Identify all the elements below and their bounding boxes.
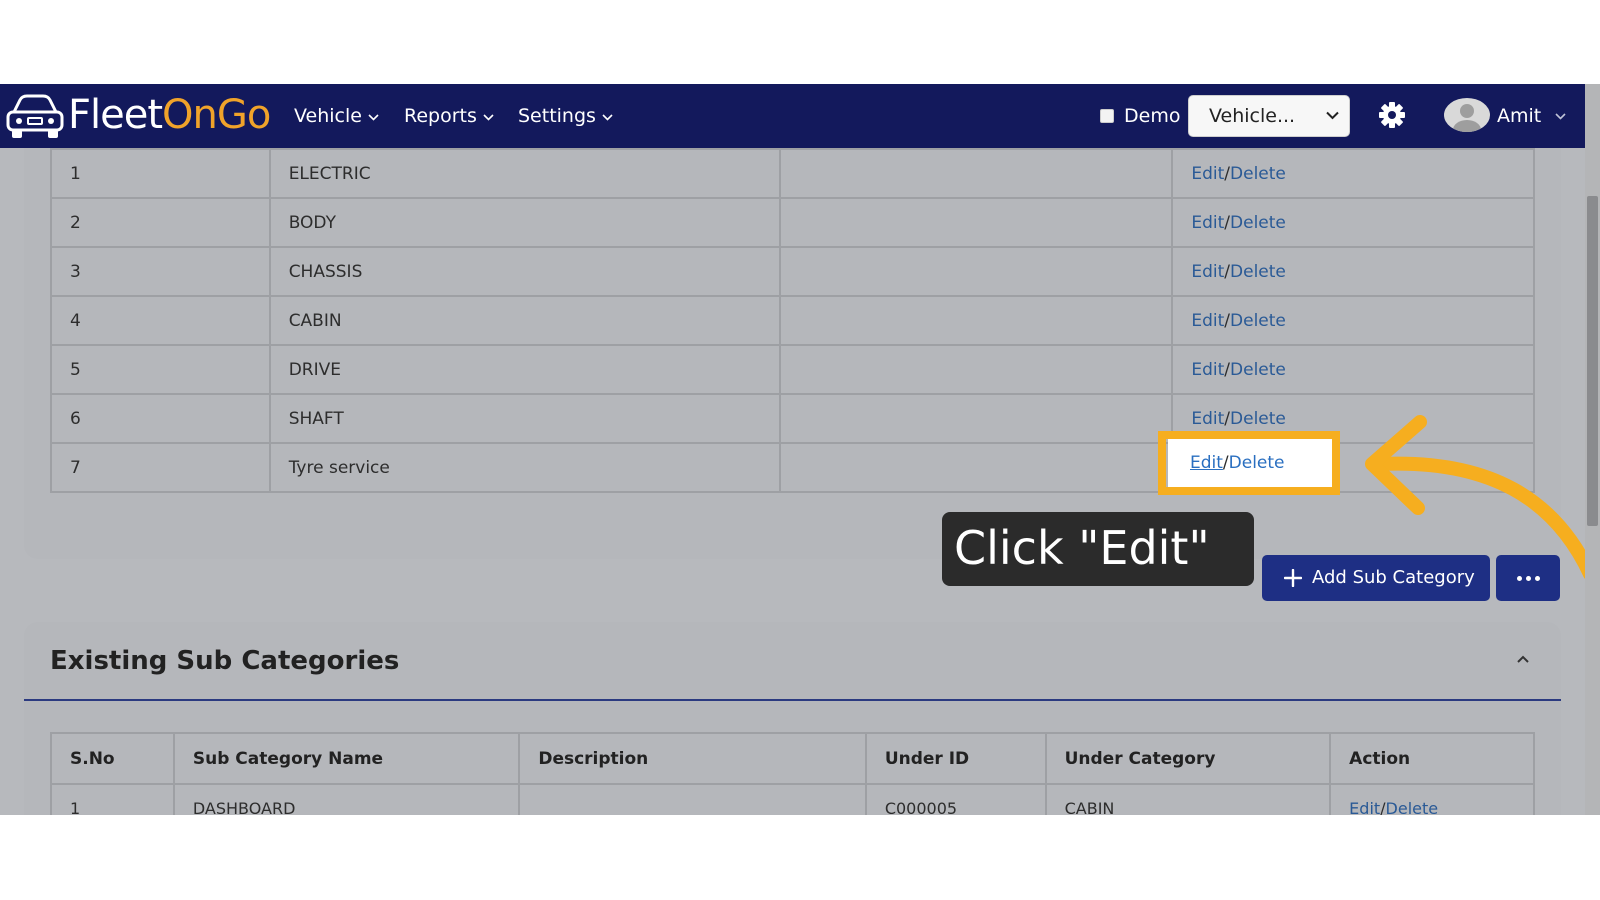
delete-link[interactable]: Delete — [1386, 799, 1439, 815]
delete-link[interactable]: Delete — [1230, 311, 1286, 331]
cell-description — [518, 783, 867, 815]
cell-sno: 2 — [50, 197, 271, 248]
chevron-down-icon — [368, 113, 379, 121]
nav-menu-label: Vehicle — [294, 105, 362, 127]
edit-link[interactable]: Edit — [1191, 262, 1224, 282]
demo-checkbox[interactable] — [1100, 109, 1114, 123]
edit-link[interactable]: Edit — [1191, 409, 1224, 429]
nav-menu-reports[interactable]: Reports — [404, 102, 494, 130]
cell-sno: 5 — [50, 344, 271, 395]
column-header: Sub Category Name — [172, 732, 521, 785]
column-header: Under Category — [1044, 732, 1332, 785]
top-navbar: FleetOnGo Vehicle Reports Settings Demo … — [0, 84, 1585, 148]
edit-link[interactable]: Edit — [1191, 164, 1224, 184]
delete-link[interactable]: Delete — [1230, 164, 1286, 184]
demo-label: Demo — [1124, 105, 1181, 127]
sub-categories-table: S.No Sub Category Name Description Under… — [50, 732, 1535, 815]
cell-description — [778, 442, 1174, 493]
cell-action: Edit/Delete — [1171, 344, 1535, 395]
cell-sno: 6 — [50, 393, 271, 444]
vehicle-select-value: Vehicle... — [1209, 105, 1296, 127]
logo-part: Fleet — [68, 92, 163, 138]
app-logo[interactable]: FleetOnGo — [68, 91, 271, 139]
cell-category-name: ELECTRIC — [268, 148, 782, 199]
gear-icon[interactable] — [1378, 101, 1406, 129]
tutorial-callout: Click "Edit" — [942, 512, 1254, 586]
cell-sno: 3 — [50, 246, 271, 297]
cell-sno: 7 — [50, 442, 271, 493]
cell-category-name: DRIVE — [268, 344, 782, 395]
column-header: Description — [518, 732, 867, 785]
cell-action: Edit/Delete — [1171, 197, 1535, 248]
cell-description — [778, 393, 1174, 444]
plus-icon — [1284, 569, 1302, 587]
user-menu[interactable]: Amit — [1497, 102, 1566, 130]
table-row: 1 DASHBOARD C000005 CABIN Edit/Delete — [50, 783, 1535, 815]
nav-menu-label: Reports — [404, 105, 477, 127]
cell-description — [778, 197, 1174, 248]
highlighted-action: Edit/Delete — [1190, 450, 1285, 476]
cell-action: Edit/Delete — [1171, 295, 1535, 346]
cell-description — [778, 246, 1174, 297]
cell-action: Edit/Delete — [1171, 246, 1535, 297]
cell-under-id: C000005 — [864, 783, 1047, 815]
chevron-down-icon — [483, 113, 494, 121]
cell-sno: 4 — [50, 295, 271, 346]
table-row: 3 CHASSIS Edit/Delete — [50, 246, 1535, 297]
cell-sub-category-name: DASHBOARD — [172, 783, 521, 815]
table-row: 5 DRIVE Edit/Delete — [50, 344, 1535, 395]
cell-action: Edit/Delete — [1329, 783, 1535, 815]
cell-category-name: CABIN — [268, 295, 782, 346]
table-header-row: S.No Sub Category Name Description Under… — [50, 732, 1535, 785]
delete-link[interactable]: Delete — [1230, 262, 1286, 282]
pointer-arrow-icon — [1365, 415, 1597, 581]
table-row: 1 ELECTRIC Edit/Delete — [50, 148, 1535, 199]
edit-link[interactable]: Edit — [1349, 799, 1380, 815]
cell-under-category: CABIN — [1044, 783, 1332, 815]
app-viewport: 1 ELECTRIC Edit/Delete 2 BODY Edit/Delet… — [0, 84, 1600, 815]
column-header: Under ID — [864, 732, 1047, 785]
table-row: 4 CABIN Edit/Delete — [50, 295, 1535, 346]
column-header: Action — [1329, 732, 1535, 785]
edit-link[interactable]: Edit — [1191, 213, 1224, 233]
cell-description — [778, 148, 1174, 199]
edit-link-highlighted[interactable]: Edit — [1190, 453, 1223, 473]
demo-toggle[interactable]: Demo — [1100, 102, 1180, 130]
delete-link[interactable]: Delete — [1230, 360, 1286, 380]
cell-description — [778, 295, 1174, 346]
user-name: Amit — [1497, 105, 1542, 127]
section-divider — [24, 699, 1561, 701]
nav-menu-vehicle[interactable]: Vehicle — [294, 102, 379, 130]
car-logo-icon — [6, 94, 64, 138]
logo-part: Go — [216, 92, 271, 138]
chevron-down-icon — [1555, 112, 1566, 120]
nav-menu-settings[interactable]: Settings — [518, 102, 613, 130]
avatar[interactable] — [1444, 98, 1490, 132]
edit-link[interactable]: Edit — [1191, 360, 1224, 380]
cell-category-name: BODY — [268, 197, 782, 248]
cell-action: Edit/Delete — [1171, 148, 1535, 199]
delete-link[interactable]: Delete — [1229, 453, 1285, 473]
delete-link[interactable]: Delete — [1230, 409, 1286, 429]
table-row: 2 BODY Edit/Delete — [50, 197, 1535, 248]
chevron-down-icon — [1326, 111, 1339, 120]
vehicle-select[interactable]: Vehicle... — [1188, 95, 1350, 137]
cell-description — [778, 344, 1174, 395]
logo-part: On — [162, 92, 218, 138]
delete-link[interactable]: Delete — [1230, 213, 1286, 233]
cell-sno: 1 — [50, 148, 271, 199]
cell-category-name: SHAFT — [268, 393, 782, 444]
cell-category-name: CHASSIS — [268, 246, 782, 297]
chevron-up-icon[interactable] — [1516, 654, 1530, 664]
column-header: S.No — [50, 732, 175, 785]
section-title: Existing Sub Categories — [50, 646, 400, 676]
nav-menu-label: Settings — [518, 105, 596, 127]
user-avatar-icon — [1453, 104, 1481, 132]
chevron-down-icon — [602, 113, 613, 121]
cell-category-name: Tyre service — [268, 442, 782, 493]
scrollbar-thumb[interactable] — [1587, 196, 1598, 526]
cell-sno: 1 — [50, 783, 175, 815]
edit-link[interactable]: Edit — [1191, 311, 1224, 331]
